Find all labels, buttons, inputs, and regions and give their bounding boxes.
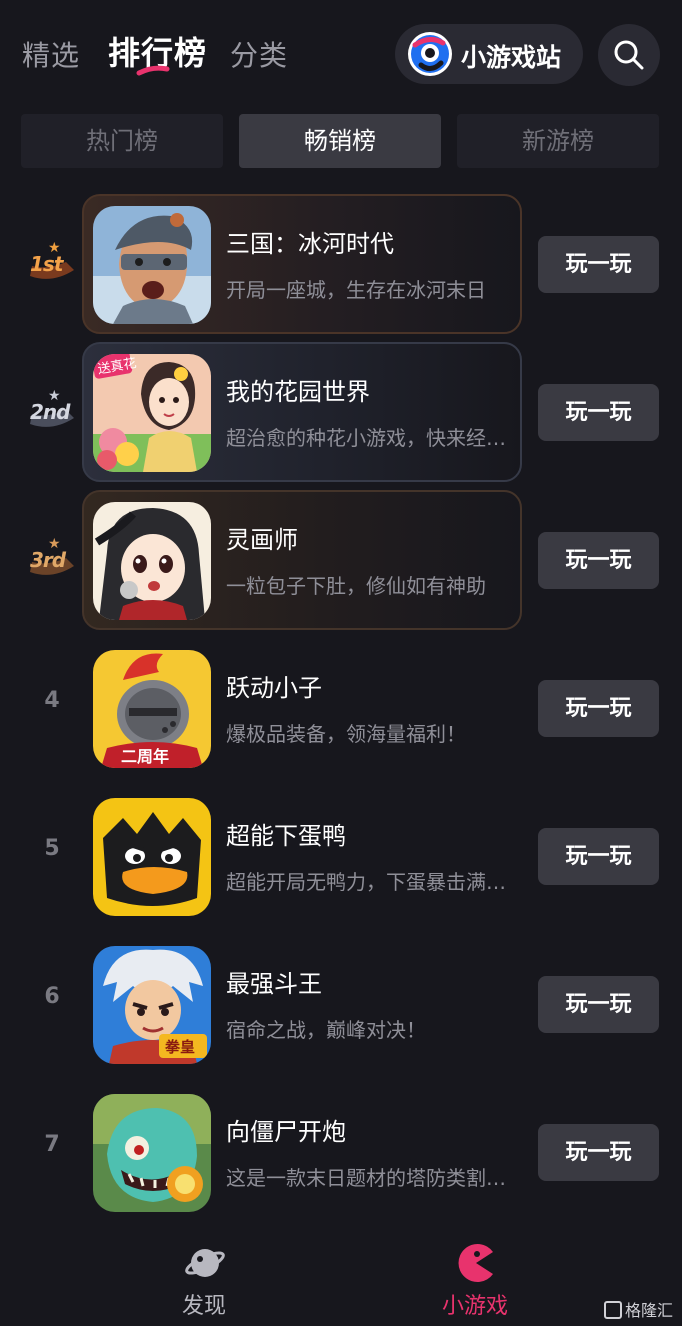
minigame-station-button[interactable]: 小游戏站 [395, 24, 583, 84]
game-title: 超能下蛋鸭 [226, 822, 346, 850]
list-item[interactable]: 5 超能下蛋鸭 超能开局无鸭力，下蛋暴击满… 玩一玩 [0, 786, 682, 926]
icon-tag-text: 二周年 [121, 747, 169, 766]
segment-bestseller[interactable]: 畅销榜 [239, 114, 441, 168]
game-title: 三国：冰河时代 [226, 230, 394, 258]
list-item[interactable]: 7 向僵尸开炮 这是一款末日题材的塔防类割… 玩一玩 [0, 1082, 682, 1222]
rank-badge-label: 3rd [30, 548, 66, 572]
play-button[interactable]: 玩一玩 [538, 532, 659, 589]
segment-hot[interactable]: 热门榜 [21, 114, 223, 168]
bottom-tab-minigames[interactable]: 小游戏 [405, 1230, 545, 1326]
minigame-station-label: 小游戏站 [461, 43, 562, 72]
game-icon-jumping-boy[interactable]: 二周年 [93, 650, 211, 768]
game-description: 爆极品装备，领海量福利！ [226, 722, 466, 746]
list-item[interactable]: 4 二周年 跃动小子 爆极品装备，领海量福利！ 玩一玩 [0, 638, 682, 778]
active-tab-underline [136, 65, 170, 76]
game-icon-painter[interactable] [93, 502, 211, 620]
top-navigation: 精选 排行榜 分类 小游戏站 [0, 0, 682, 108]
rank-number: 4 [44, 688, 60, 713]
game-description: 超能开局无鸭力，下蛋暴击满… [226, 870, 506, 894]
search-button[interactable] [598, 24, 660, 86]
tab-featured[interactable]: 精选 [22, 34, 80, 74]
rank-number: 7 [44, 1132, 60, 1157]
search-icon [614, 40, 644, 70]
minigame-logo-icon [408, 32, 452, 76]
game-description: 这是一款末日题材的塔防类割… [226, 1166, 506, 1190]
game-title: 我的花园世界 [226, 378, 370, 406]
play-button[interactable]: 玩一玩 [538, 976, 659, 1033]
game-title: 灵画师 [226, 526, 298, 554]
play-button[interactable]: 玩一玩 [538, 384, 659, 441]
rank-badge-label: 2nd [30, 400, 70, 424]
play-button[interactable]: 玩一玩 [538, 828, 659, 885]
rank-badge-bronze: ★ 3rd [26, 536, 78, 580]
bottom-tab-minigames-label: 小游戏 [441, 1294, 508, 1319]
game-description: 开局一座城，生存在冰河末日 [226, 278, 486, 302]
bottom-tab-bar: 发现 小游戏 [0, 1230, 682, 1326]
bottom-tab-discover[interactable]: 发现 [134, 1230, 274, 1326]
bottom-tab-discover-label: 发现 [181, 1294, 226, 1319]
list-item[interactable]: 6 拳皇 最强斗王 宿命之战，巅峰对决！ 玩一玩 [0, 934, 682, 1074]
pacman-icon [458, 1244, 493, 1282]
list-item[interactable]: ★ 1st 三国：冰河时代 开局一座城，生存在冰河末日 玩一玩 [0, 194, 682, 334]
planet-icon [185, 1249, 225, 1277]
game-icon-fighter[interactable]: 拳皇 [93, 946, 211, 1064]
game-description: 一粒包子下肚，修仙如有神助 [226, 574, 486, 598]
game-icon-duck[interactable] [93, 798, 211, 916]
rank-number: 5 [44, 836, 60, 861]
game-icon-garden[interactable]: 送真花 [93, 354, 211, 472]
game-title: 向僵尸开炮 [226, 1118, 346, 1146]
play-button[interactable]: 玩一玩 [538, 236, 659, 293]
game-description: 超治愈的种花小游戏，快来经… [226, 426, 506, 450]
rank-number: 6 [44, 984, 60, 1009]
tab-category[interactable]: 分类 [230, 34, 288, 74]
play-button[interactable]: 玩一玩 [538, 680, 659, 737]
list-item[interactable]: ★ 3rd 灵画师 一粒包子下肚，修仙如有神助 玩一玩 [0, 490, 682, 630]
icon-tag-text: 拳皇 [164, 1038, 195, 1056]
game-description: 宿命之战，巅峰对决！ [226, 1018, 426, 1042]
segment-new[interactable]: 新游榜 [457, 114, 659, 168]
rank-badge-gold: ★ 1st [26, 240, 78, 284]
watermark: 格隆汇 [604, 1297, 673, 1321]
rank-badge-label: 1st [30, 252, 63, 276]
game-title: 最强斗王 [226, 970, 322, 998]
rank-badge-silver: ★ 2nd [26, 388, 78, 432]
list-item[interactable]: ★ 2nd 送真花 我的花园世界 超治愈的种花小游戏，快来经… 玩一玩 [0, 342, 682, 482]
game-icon-zombie[interactable] [93, 1094, 211, 1212]
watermark-text: 格隆汇 [625, 1301, 674, 1320]
play-button[interactable]: 玩一玩 [538, 1124, 659, 1181]
watermark-logo-icon [604, 1301, 622, 1319]
game-icon-sanguo[interactable] [93, 206, 211, 324]
game-title: 跃动小子 [226, 674, 322, 702]
